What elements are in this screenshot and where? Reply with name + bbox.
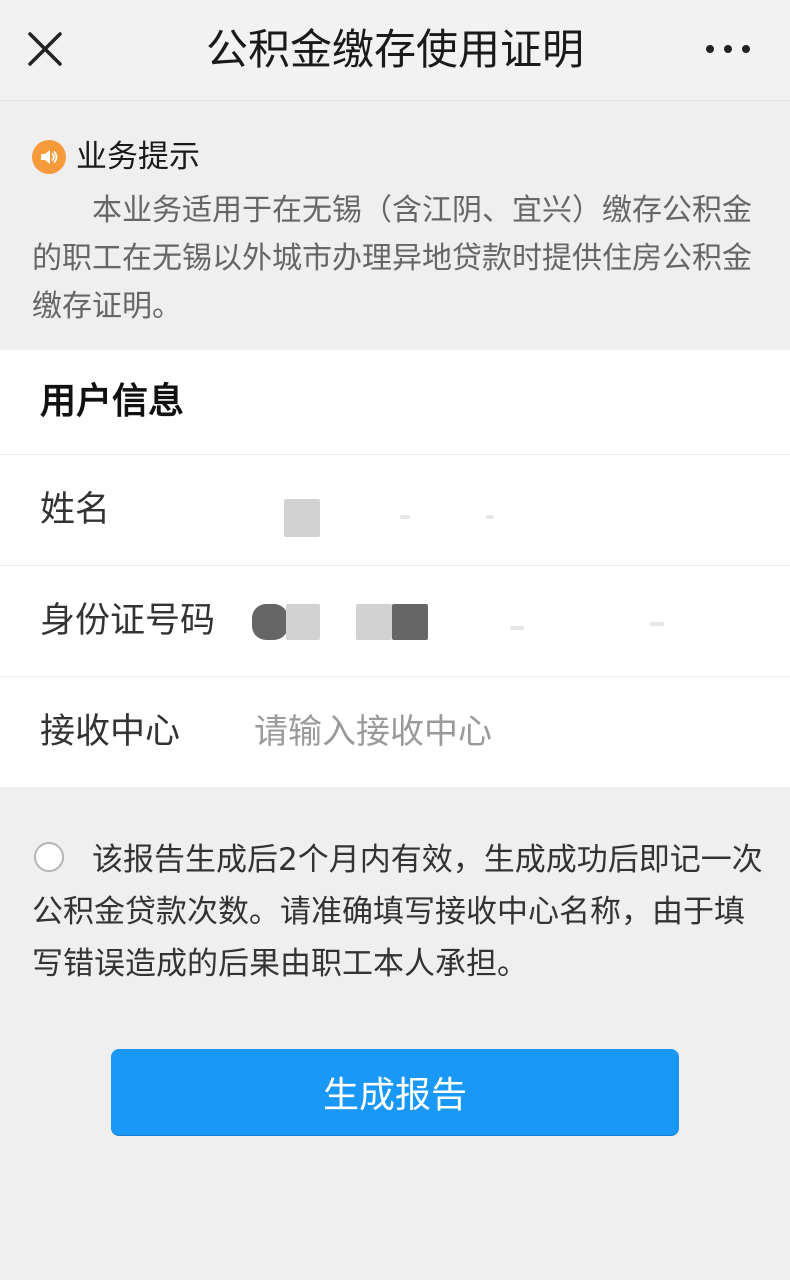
- receiving-center-label: 接收中心: [40, 712, 181, 752]
- agreement-checkbox[interactable]: [34, 842, 64, 872]
- receiving-center-input[interactable]: [254, 701, 734, 763]
- page-title: 公积金缴存使用证明: [205, 25, 584, 74]
- speaker-icon: [32, 140, 66, 174]
- name-label: 姓名: [40, 490, 111, 530]
- agreement: 该报告生成后2个月内有效，生成成功后即记一次公积金贷款次数。请准确填写接收中心名…: [32, 834, 764, 990]
- notice-title: 业务提示: [76, 139, 200, 175]
- section-title: 用户信息: [0, 350, 790, 455]
- more-button[interactable]: [706, 42, 750, 56]
- top-bar: 公积金缴存使用证明: [0, 0, 790, 100]
- generate-report-button[interactable]: 生成报告: [111, 1049, 679, 1135]
- more-icon-dot: [724, 45, 732, 53]
- business-notice: 业务提示 本业务适用于在无锡（含江阴、宜兴）缴存公积金的职工在无锡以外城市办理异…: [0, 100, 790, 351]
- receiving-center-row: 接收中心: [0, 677, 790, 787]
- notice-body: 本业务适用于在无锡（含江阴、宜兴）缴存公积金的职工在无锡以外城市办理异地贷款时提…: [32, 193, 752, 324]
- id-number-row: 身份证号码: [0, 566, 790, 677]
- notice-header: 业务提示: [32, 137, 200, 177]
- more-icon: [706, 45, 714, 53]
- more-icon-dot: [742, 45, 750, 53]
- name-row: 姓名: [0, 455, 790, 566]
- user-info-form: 用户信息 姓名 身份证号码 接收中心: [0, 350, 790, 787]
- agreement-text: 该报告生成后2个月内有效，生成成功后即记一次公积金贷款次数。请准确填写接收中心名…: [32, 842, 763, 982]
- id-number-label: 身份证号码: [40, 601, 216, 641]
